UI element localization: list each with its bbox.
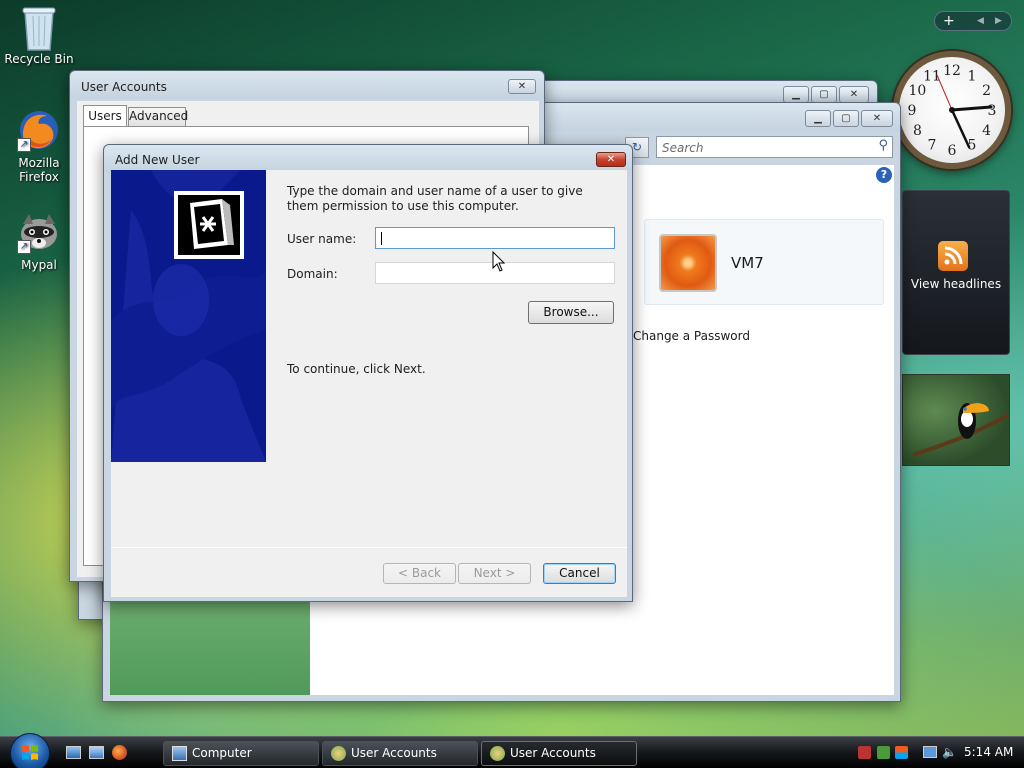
- help-icon[interactable]: ?: [876, 167, 892, 183]
- close-button[interactable]: ✕: [839, 86, 869, 103]
- clock-numeral: 1: [968, 68, 977, 84]
- next-button[interactable]: Next >: [458, 563, 531, 584]
- feed-headlines-gadget[interactable]: View headlines: [902, 190, 1010, 355]
- user-avatar: [659, 234, 717, 292]
- shortcut-arrow-icon: ↗: [17, 138, 31, 152]
- firefox-quicklaunch-icon[interactable]: [112, 745, 127, 760]
- clock-numeral: 8: [913, 123, 922, 139]
- maximize-button[interactable]: ▢: [811, 86, 837, 103]
- user-name-input[interactable]: [375, 227, 615, 249]
- taskbar-button-user-accounts-2[interactable]: User Accounts: [481, 741, 637, 766]
- show-desktop-icon[interactable]: [66, 746, 81, 759]
- recycle-bin-icon: [17, 4, 61, 51]
- tab-users[interactable]: Users: [83, 105, 127, 127]
- clock-gadget[interactable]: 12 1 2 3 4 5 6 7 8 9 10 11: [893, 51, 1011, 169]
- view-headlines-label: View headlines: [910, 277, 1002, 291]
- clock-numeral: 3: [988, 103, 997, 119]
- wizard-side-image: [111, 170, 266, 462]
- search-icon: ⚲: [878, 138, 888, 153]
- close-button[interactable]: ✕: [861, 110, 893, 127]
- start-button[interactable]: [10, 733, 50, 768]
- slideshow-gadget-image[interactable]: [902, 374, 1010, 466]
- continue-text: To continue, click Next.: [287, 362, 426, 376]
- user-account-tile[interactable]: VM7: [644, 219, 884, 305]
- instructions-text: Type the domain and user name of a user …: [287, 184, 583, 213]
- rss-feed-icon: [938, 241, 968, 271]
- previous-page-icon[interactable]: ◀: [977, 12, 984, 30]
- clock-numeral: 10: [908, 83, 926, 99]
- clock-minute-hand: [950, 108, 971, 149]
- search-input[interactable]: Search ⚲: [656, 136, 893, 158]
- minimize-button[interactable]: ▁: [783, 86, 809, 103]
- change-password-link[interactable]: Change a Password: [633, 329, 750, 343]
- users-icon: [331, 746, 346, 761]
- taskbar: Computer User Accounts User Accounts 🔈 5…: [0, 733, 1024, 768]
- monitor-tray-icon[interactable]: [923, 746, 937, 758]
- minimize-button[interactable]: ▁: [805, 110, 831, 127]
- user-name-label: User name:: [287, 232, 357, 246]
- firefox-icon: ↗: [17, 108, 61, 152]
- clock-numeral: 2: [982, 83, 991, 99]
- windows-update-tray-icon[interactable]: [895, 746, 908, 759]
- dialog-title: User Accounts: [81, 80, 167, 94]
- network-tray-icon[interactable]: [858, 746, 871, 759]
- domain-label: Domain:: [287, 267, 338, 281]
- tab-advanced[interactable]: Advanced: [128, 107, 188, 126]
- maximize-button[interactable]: ▢: [833, 110, 859, 127]
- close-button[interactable]: ✕: [508, 79, 536, 94]
- next-page-icon[interactable]: ▶: [995, 12, 1002, 30]
- desktop-icon-label: Recycle Bin: [4, 52, 74, 66]
- text-cursor: [381, 232, 382, 245]
- add-new-user-dialog[interactable]: Add New User ✕ Type the domain and user …: [103, 144, 633, 602]
- desktop-icon-firefox[interactable]: ↗ Mozilla Firefox: [4, 108, 74, 184]
- clock-second-hand: [936, 74, 953, 111]
- computer-icon: [172, 746, 187, 761]
- close-button[interactable]: ✕: [596, 152, 626, 167]
- taskbar-button-user-accounts-1[interactable]: User Accounts: [322, 741, 478, 766]
- footer-divider: [111, 547, 627, 548]
- switch-windows-icon[interactable]: [89, 746, 104, 759]
- browse-button[interactable]: Browse...: [528, 301, 614, 324]
- user-account-name: VM7: [731, 254, 764, 272]
- mouse-pointer-icon: [492, 250, 506, 273]
- volume-tray-icon[interactable]: 🔈: [942, 745, 957, 759]
- desktop-icon-recycle-bin[interactable]: Recycle Bin: [4, 4, 74, 66]
- dialog-body: Type the domain and user name of a user …: [111, 170, 627, 597]
- notification-area: 🔈 5:14 AM: [852, 737, 1024, 768]
- shortcut-arrow-icon: ↗: [17, 240, 31, 254]
- users-icon: [490, 746, 505, 761]
- clock-numeral: 6: [948, 143, 957, 159]
- back-button[interactable]: < Back: [383, 563, 456, 584]
- clock-numeral: 4: [982, 123, 991, 139]
- clock-numeral: 9: [908, 103, 917, 119]
- add-gadget-icon[interactable]: +: [943, 12, 955, 30]
- clock-hour-hand: [950, 105, 993, 112]
- dialog-title: Add New User: [115, 153, 200, 167]
- sidebar-controls: + ◀ ▶: [934, 11, 1012, 31]
- taskbar-button-computer[interactable]: Computer: [163, 741, 319, 766]
- desktop-icon-label: Mypal: [21, 258, 57, 272]
- security-tray-icon[interactable]: [877, 746, 890, 759]
- cancel-button[interactable]: Cancel: [543, 563, 616, 584]
- search-placeholder: Search: [662, 141, 704, 155]
- navigation-pane-green: [110, 595, 310, 695]
- clock-numeral: 7: [928, 138, 937, 154]
- clock-numeral: 11: [923, 68, 941, 84]
- raccoon-icon: ↗: [17, 210, 61, 254]
- taskbar-clock[interactable]: 5:14 AM: [964, 745, 1013, 759]
- desktop-icon-mypal[interactable]: ↗ Mypal: [4, 210, 74, 272]
- desktop-icon-label: Mozilla Firefox: [18, 156, 60, 184]
- windows-logo-icon: [22, 745, 38, 760]
- users-group-icon: [174, 191, 244, 259]
- clock-numeral: 12: [943, 63, 961, 79]
